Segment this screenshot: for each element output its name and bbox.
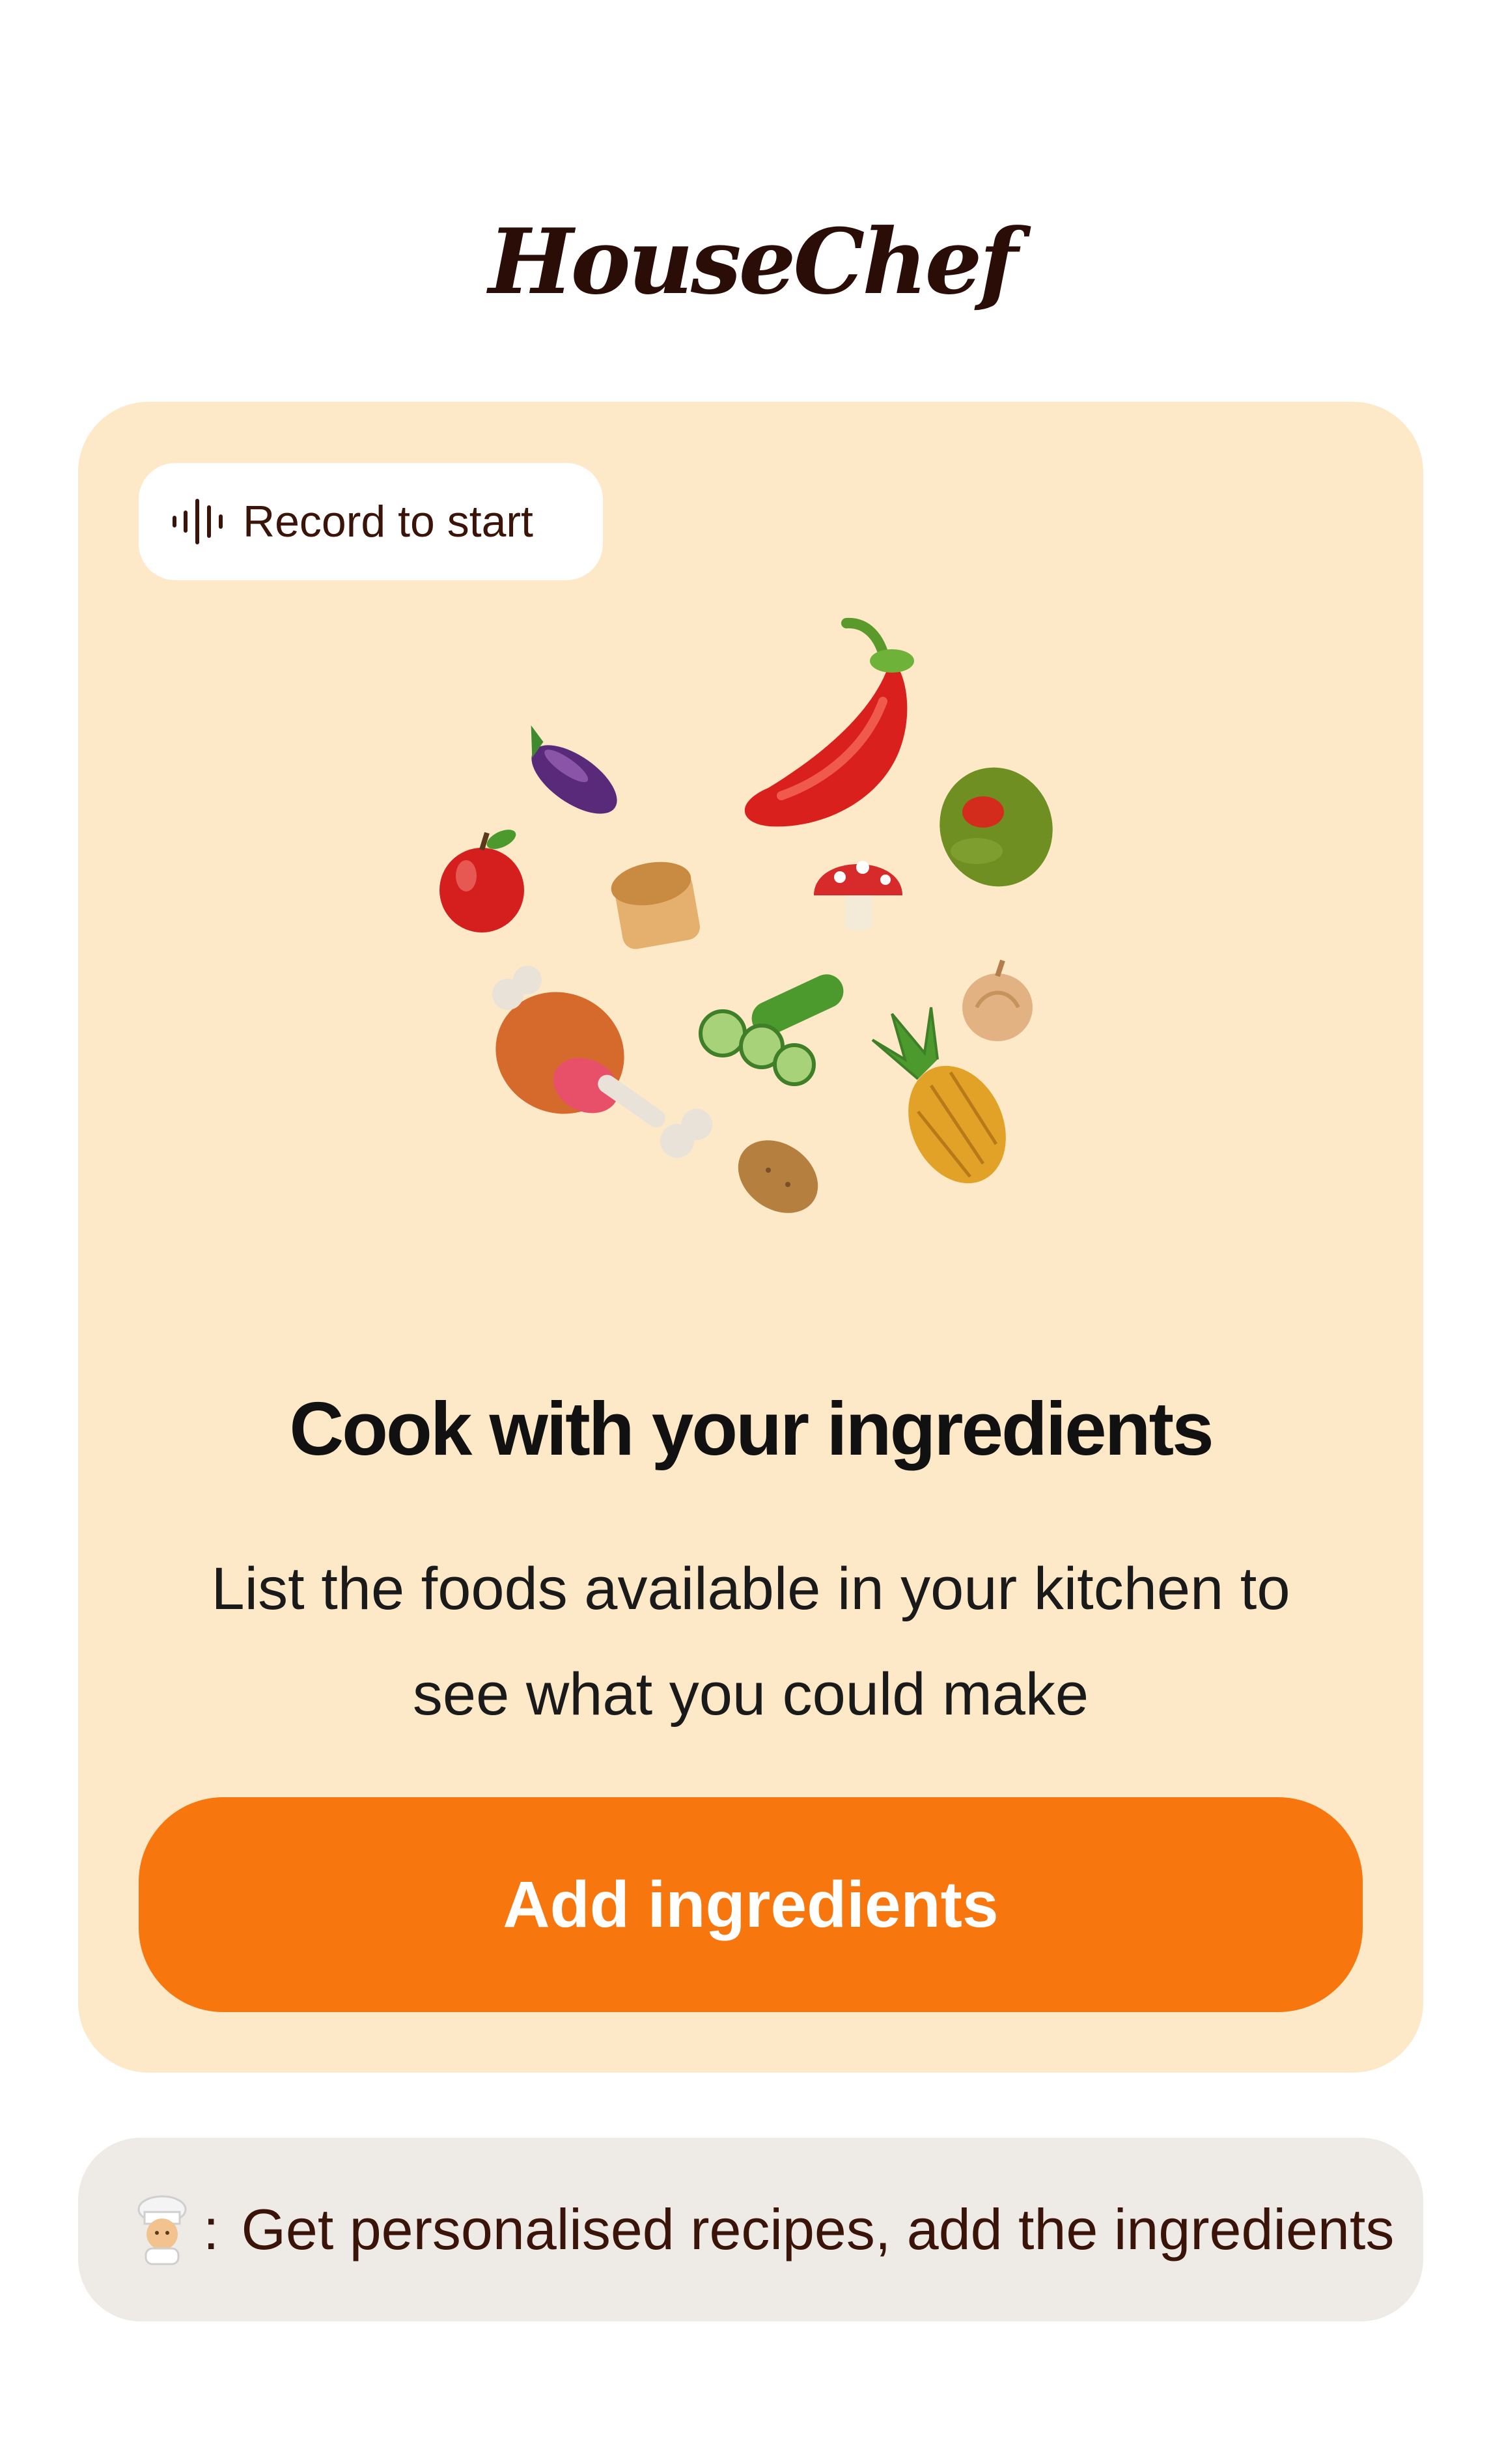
eggplant-icon bbox=[531, 725, 617, 814]
personalised-recipes-hint[interactable]: : Get personalised recipes, add the ingr… bbox=[78, 2138, 1423, 2321]
waveform-icon bbox=[171, 497, 226, 546]
mushroom-icon bbox=[814, 861, 902, 931]
card-heading: Cook with your ingredients bbox=[289, 1386, 1214, 1471]
cucumber-icon bbox=[699, 974, 844, 1086]
hint-text: Get personalised recipes, add the ingred… bbox=[241, 2197, 1395, 2261]
ingredients-card: Record to start Cook with your ingredien… bbox=[78, 402, 1423, 2073]
onion-icon bbox=[962, 959, 1033, 1041]
bread-icon bbox=[611, 861, 700, 949]
hint-separator: : bbox=[203, 2197, 219, 2261]
add-ingredients-button[interactable]: Add ingredients bbox=[139, 1797, 1363, 2012]
record-to-start-button[interactable]: Record to start bbox=[139, 463, 603, 580]
record-to-start-label: Record to start bbox=[243, 497, 533, 546]
meat-on-bone-icon bbox=[492, 966, 712, 1158]
potato-icon bbox=[738, 1140, 818, 1213]
apple-icon bbox=[439, 830, 524, 932]
card-subtext: List the foods available in your kitchen… bbox=[211, 1556, 1290, 1728]
chef-icon bbox=[137, 2195, 187, 2265]
app-logo: HouseChef bbox=[488, 208, 1018, 315]
olive-icon bbox=[940, 767, 1053, 887]
chili-pepper-icon bbox=[744, 617, 914, 827]
